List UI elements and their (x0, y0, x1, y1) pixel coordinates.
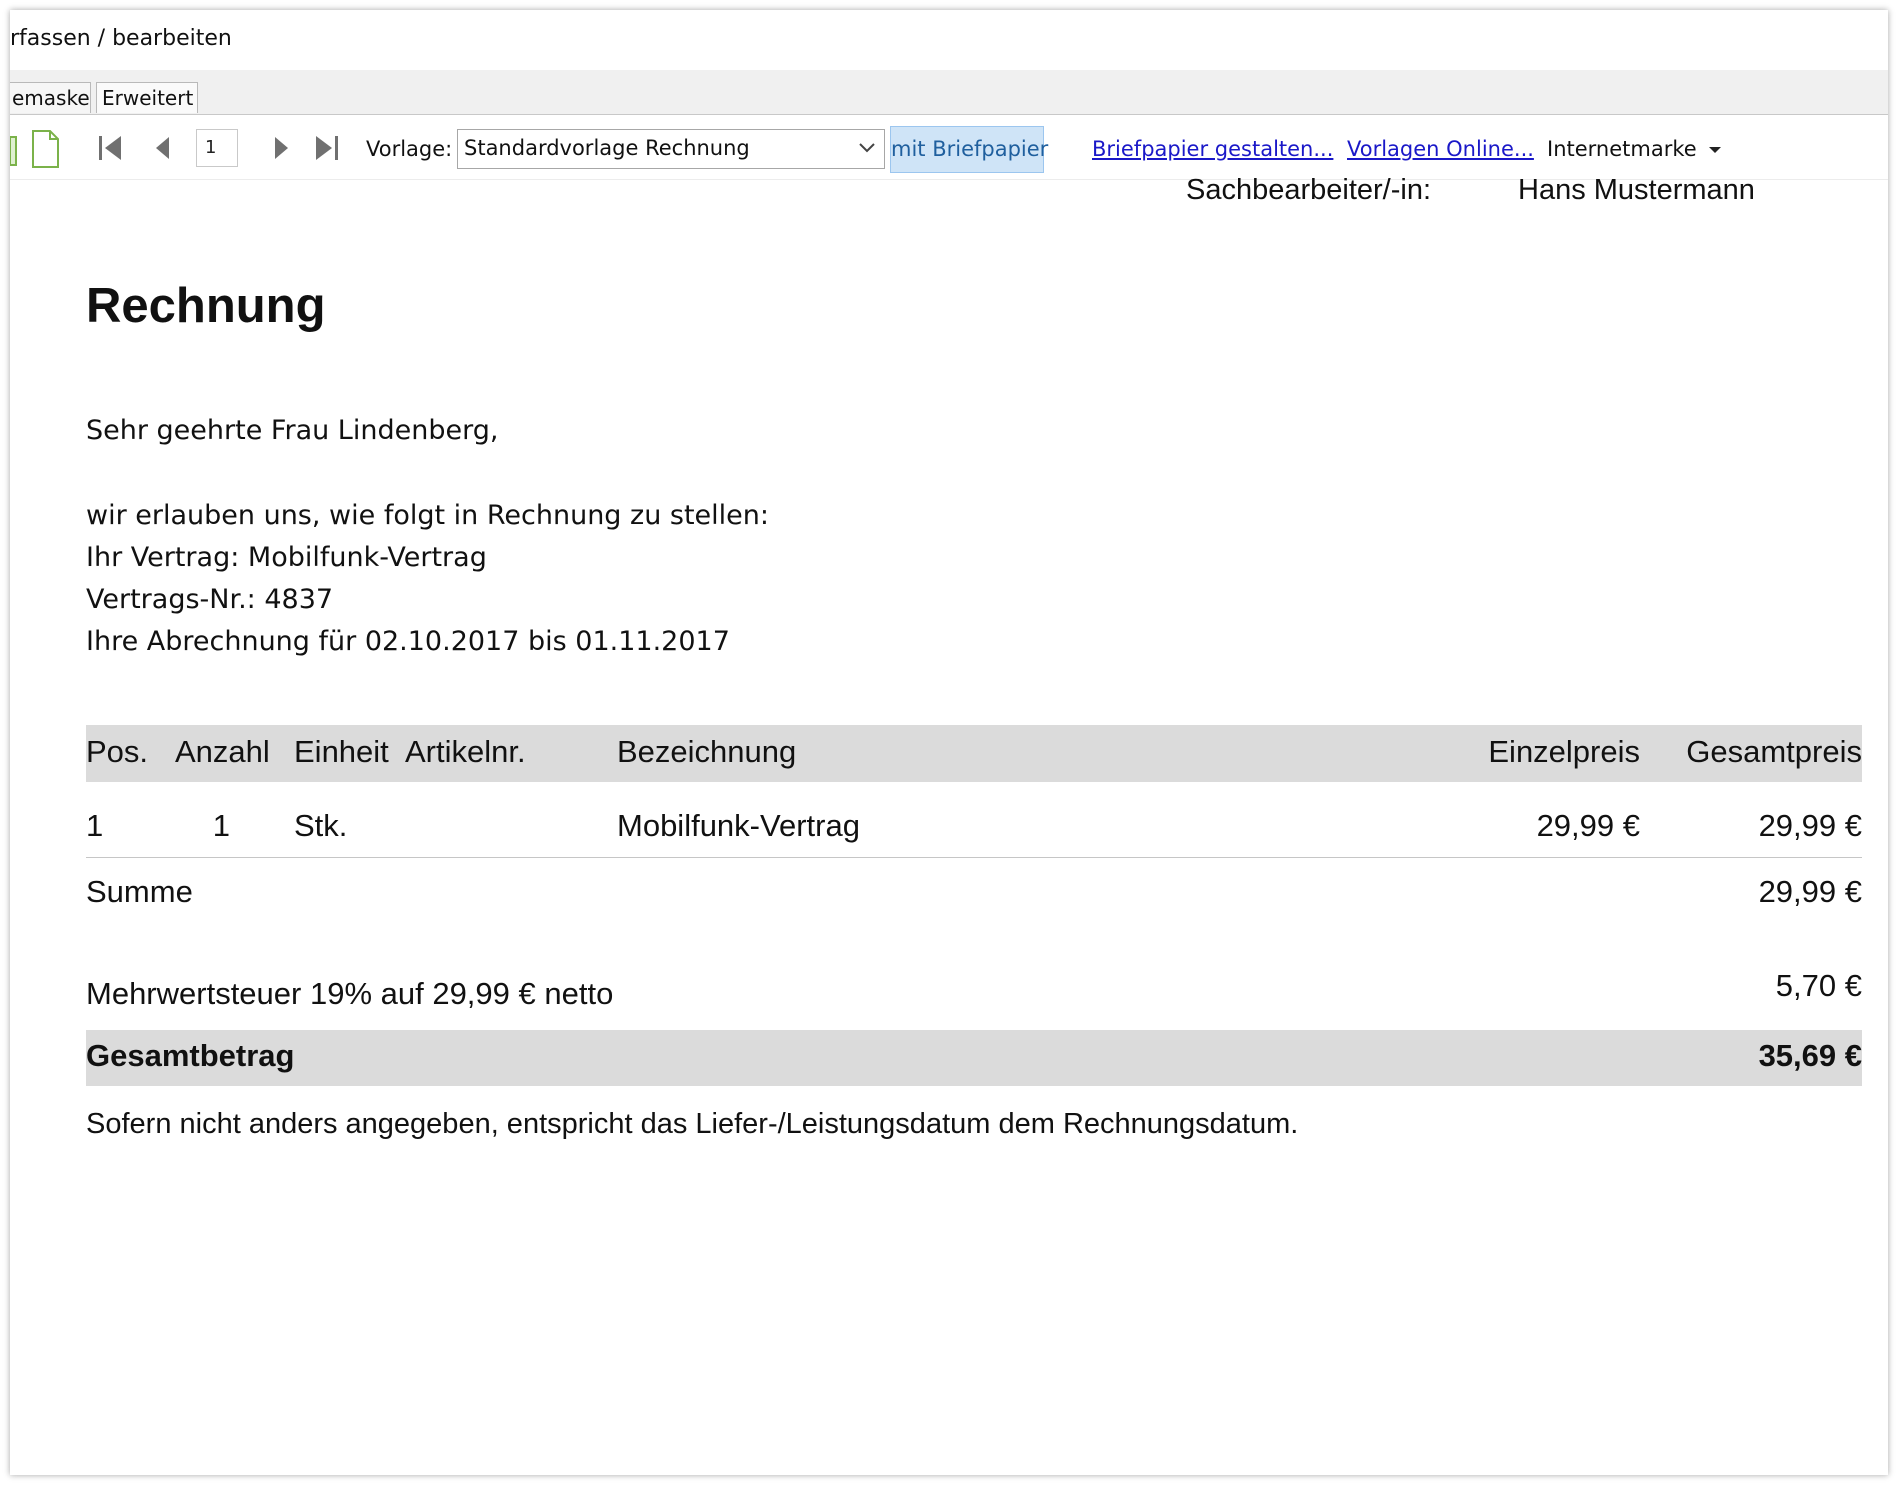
cell-bezeichnung: Mobilfunk-Vertrag (617, 808, 860, 843)
gesamtbetrag-value: 35,69 € (1758, 1038, 1862, 1073)
column-header-pos: Pos. (86, 734, 149, 769)
salutation: Sehr geehrte Frau Lindenberg, (86, 415, 499, 446)
column-header-anzahl: Anzahl (175, 734, 270, 769)
intro-line: Ihre Abrechnung für 02.10.2017 bis 01.11… (86, 626, 730, 657)
sachbearbeiter-name: Hans Mustermann (1518, 174, 1755, 206)
intro-line: Ihr Vertrag: Mobilfunk-Vertrag (86, 542, 487, 573)
column-header-einzelpreis: Einzelpreis (1488, 734, 1640, 769)
document-title: Rechnung (86, 279, 326, 333)
cell-einzelpreis: 29,99 € (1536, 808, 1640, 843)
intro-line: wir erlauben uns, wie folgt in Rechnung … (86, 500, 769, 531)
column-header-einheit: Einheit (294, 734, 389, 769)
row-divider (86, 857, 1862, 858)
mwst-value: 5,70 € (1775, 968, 1862, 1003)
mwst-label: Mehrwertsteuer 19% auf 29,99 € netto (86, 976, 614, 1011)
gesamtbetrag-background (86, 1030, 1862, 1086)
column-header-bezeichnung: Bezeichnung (617, 734, 797, 769)
intro-line: Vertrags-Nr.: 4837 (86, 584, 334, 615)
column-header-artikelnr: Artikelnr. (405, 734, 526, 769)
gesamtbetrag-label: Gesamtbetrag (86, 1038, 295, 1073)
invoice-editor-window: rfassen / bearbeiten emaske Erweitert 1 … (10, 10, 1888, 1475)
column-header-gesamtpreis: Gesamtpreis (1686, 734, 1862, 769)
invoice-document: Sachbearbeiter/-in: Hans Mustermann Rech… (10, 10, 1888, 1475)
footer-note: Sofern nicht anders angegeben, entsprich… (86, 1108, 1299, 1140)
cell-gesamtpreis: 29,99 € (1758, 808, 1862, 843)
summe-label: Summe (86, 874, 193, 909)
cell-einheit: Stk. (294, 808, 348, 843)
cell-pos: 1 (86, 808, 104, 843)
summe-value: 29,99 € (1758, 874, 1862, 909)
sachbearbeiter-label: Sachbearbeiter/-in: (1186, 174, 1432, 206)
cell-anzahl: 1 (212, 808, 230, 843)
